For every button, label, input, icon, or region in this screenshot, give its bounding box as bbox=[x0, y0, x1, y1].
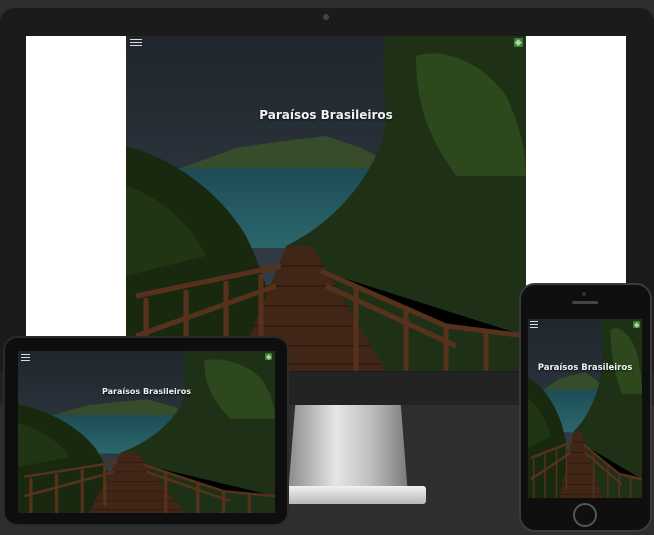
desktop-stand-base bbox=[278, 486, 426, 504]
front-camera-icon bbox=[582, 292, 586, 296]
hamburger-menu-icon[interactable] bbox=[530, 321, 538, 330]
hero-landscape-image bbox=[528, 319, 642, 498]
hero-title: Paraísos Brasileiros bbox=[102, 387, 191, 396]
desktop-hero: Paraísos Brasileiros bbox=[126, 36, 526, 371]
hero-title: Paraísos Brasileiros bbox=[259, 108, 393, 122]
tablet-hero: Paraísos Brasileiros bbox=[18, 351, 275, 513]
leaf-logo-icon[interactable] bbox=[633, 321, 640, 328]
webcam-icon bbox=[323, 14, 329, 20]
home-button[interactable] bbox=[573, 503, 597, 527]
tablet-frame: Paraísos Brasileiros bbox=[3, 336, 289, 526]
hero-landscape-image bbox=[126, 36, 526, 371]
hero-title: Paraísos Brasileiros bbox=[537, 363, 633, 373]
leaf-logo-icon[interactable] bbox=[514, 38, 523, 47]
hero-landscape-image bbox=[18, 351, 275, 513]
earpiece-speaker bbox=[572, 301, 598, 304]
hamburger-menu-icon[interactable] bbox=[21, 354, 30, 363]
phone-hero: Paraísos Brasileiros bbox=[528, 319, 642, 498]
leaf-logo-icon[interactable] bbox=[265, 353, 272, 360]
hamburger-menu-icon[interactable] bbox=[130, 39, 142, 48]
desktop-stand bbox=[288, 405, 408, 495]
